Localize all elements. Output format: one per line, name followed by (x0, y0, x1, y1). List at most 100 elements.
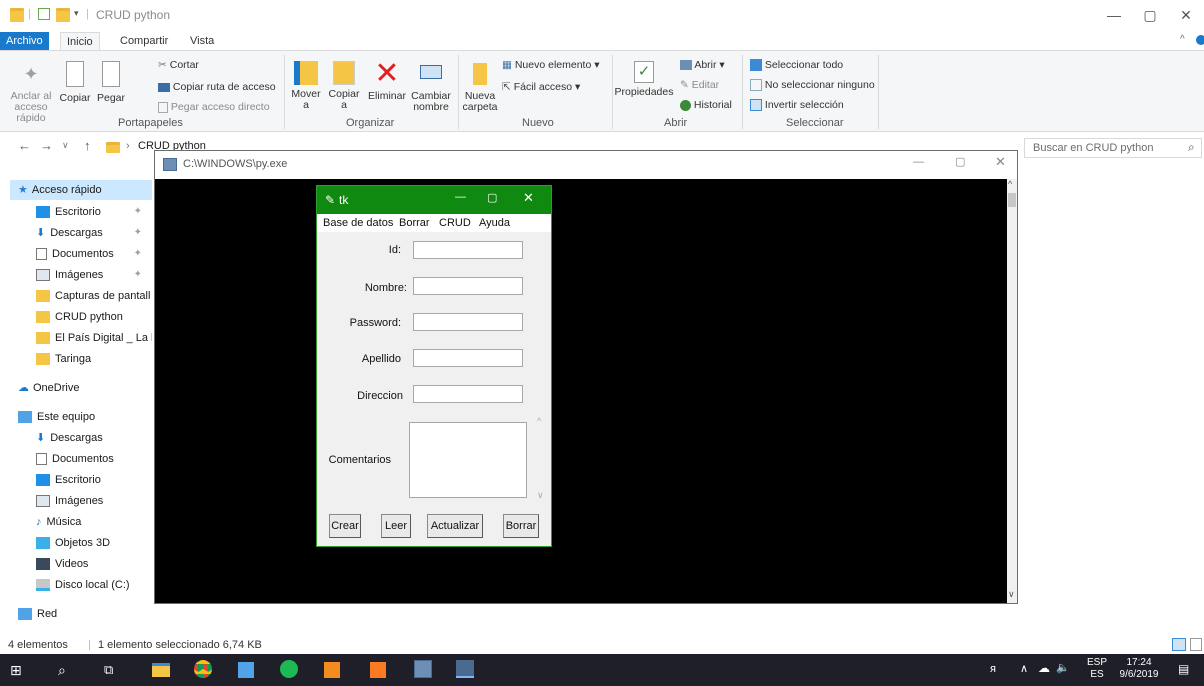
spotify-icon[interactable] (280, 660, 298, 678)
scroll-up-icon[interactable]: ^ (1008, 179, 1012, 189)
maximize-button[interactable]: ▢ (1134, 4, 1166, 26)
comments-scrollbar[interactable]: ^ ∨ (535, 416, 547, 502)
details-view-icon[interactable] (1172, 638, 1186, 651)
quick-access-dropdown-icon[interactable]: ▾ (74, 8, 79, 22)
copy-button[interactable]: Copiar (58, 57, 92, 104)
nav-item[interactable]: Taringa (36, 349, 152, 369)
clock[interactable]: 17:24 9/6/2019 (1114, 657, 1164, 681)
console-scrollbar[interactable]: ^ ∨ (1007, 179, 1017, 603)
scroll-down-icon[interactable]: ∨ (537, 490, 544, 501)
file-explorer-icon[interactable] (152, 663, 170, 677)
nav-item[interactable]: Documentos (36, 449, 152, 469)
rename-button[interactable]: Cambiar nombre (408, 57, 454, 113)
nav-item[interactable]: ⬇ Descargas (36, 428, 152, 448)
nav-item[interactable]: ⬇ Descargas ✦ (36, 223, 152, 243)
nav-item[interactable]: Escritorio (36, 470, 152, 490)
copy-path-button[interactable]: Copiar ruta de acceso (158, 81, 276, 93)
update-button[interactable]: Actualizar (427, 514, 483, 538)
nav-quick-access[interactable]: ★ Acceso rápido (10, 180, 152, 200)
notes-app-icon[interactable] (238, 662, 254, 678)
forward-arrow-icon[interactable]: → (40, 138, 53, 153)
help-icon[interactable] (1196, 35, 1204, 45)
properties-button[interactable]: ✓ Propiedades (614, 57, 674, 98)
select-none-button[interactable]: No seleccionar ninguno (750, 79, 875, 92)
nav-onedrive[interactable]: ☁ OneDrive (18, 378, 152, 398)
history-button[interactable]: Historial (680, 99, 732, 111)
nav-item[interactable]: Objetos 3D (36, 533, 152, 553)
paste-button[interactable]: Pegar (94, 57, 128, 104)
invert-selection-button[interactable]: Invertir selección (750, 99, 844, 112)
nav-item[interactable]: ♪ Música (36, 512, 152, 532)
people-icon[interactable]: ᴙ (990, 663, 996, 675)
nav-item[interactable]: Escritorio ✦ (36, 202, 152, 222)
nav-item[interactable]: CRUD python (36, 307, 152, 327)
copy-to-button[interactable]: Copiar a (326, 57, 362, 111)
up-arrow-icon[interactable]: ↑ (84, 138, 91, 153)
tab-vista[interactable]: Vista (184, 32, 220, 50)
sublime-text-icon[interactable] (324, 662, 340, 678)
recent-locations-icon[interactable]: ∨ (62, 140, 69, 151)
show-hidden-icons-icon[interactable]: ∧ (1020, 662, 1028, 675)
tk-app-icon[interactable] (456, 660, 474, 678)
close-button[interactable]: ✕ (523, 190, 534, 206)
new-item-button[interactable]: ▦ Nuevo elemento ▾ (502, 59, 600, 71)
scroll-thumb[interactable] (1008, 193, 1016, 207)
pin-quick-access-button[interactable]: ✦ Anclar al acceso rápido (8, 57, 54, 124)
surname-field[interactable] (413, 349, 523, 367)
volume-icon[interactable]: 🔈 (1056, 661, 1070, 674)
xampp-icon[interactable] (370, 662, 386, 678)
back-arrow-icon[interactable]: ← (18, 138, 31, 153)
tab-inicio[interactable]: Inicio (60, 32, 100, 50)
minimize-button[interactable]: — (455, 191, 466, 203)
menu-borrar[interactable]: Borrar (399, 217, 430, 229)
move-to-button[interactable]: Mover a (288, 57, 324, 111)
menu-ayuda[interactable]: Ayuda (479, 217, 510, 229)
python-icon[interactable] (414, 660, 432, 678)
maximize-button[interactable]: ▢ (955, 155, 965, 168)
read-button[interactable]: Leer (381, 514, 411, 538)
nav-item[interactable]: Imágenes (36, 491, 152, 511)
tab-compartir[interactable]: Compartir (114, 32, 174, 50)
tab-archivo[interactable]: Archivo (0, 32, 49, 50)
onedrive-cloud-icon[interactable]: ☁ (1038, 661, 1050, 675)
delete-button[interactable]: ✕ Eliminar (366, 57, 408, 102)
id-field[interactable] (413, 241, 523, 259)
language-indicator[interactable]: ESP ES (1084, 657, 1110, 681)
search-input[interactable]: Buscar en CRUD python (1024, 138, 1202, 158)
nav-item[interactable]: Videos (36, 554, 152, 574)
collapse-ribbon-icon[interactable]: ^ (1180, 34, 1185, 45)
close-button[interactable]: ✕ (1170, 4, 1202, 26)
console-window[interactable]: C:\WINDOWS\py.exe — ▢ ✕ ^ ∨ (154, 150, 1018, 604)
nav-item[interactable]: Capturas de pantall (36, 286, 152, 306)
password-field[interactable] (413, 313, 523, 331)
nav-item[interactable]: Documentos ✦ (36, 244, 152, 264)
delete-button[interactable]: Borrar (503, 514, 539, 538)
properties-check-icon[interactable] (38, 8, 50, 20)
nav-item[interactable]: El País Digital _ La h (36, 328, 152, 348)
maximize-button[interactable]: ▢ (487, 191, 497, 204)
search-icon[interactable]: ⌕ (1188, 140, 1195, 155)
notifications-icon[interactable]: ▤ (1178, 662, 1189, 676)
scroll-up-icon[interactable]: ^ (537, 416, 541, 426)
new-folder-icon[interactable] (56, 8, 70, 22)
select-all-button[interactable]: Seleccionar todo (750, 59, 843, 72)
menu-base-de-datos[interactable]: Base de datos (323, 217, 393, 229)
nav-item[interactable]: Imágenes ✦ (36, 265, 152, 285)
name-field[interactable] (413, 277, 523, 295)
nav-item[interactable]: Disco local (C:) (36, 575, 152, 595)
easy-access-button[interactable]: ⇱ Fácil acceso ▾ (502, 81, 580, 93)
menu-crud[interactable]: CRUD (439, 217, 471, 229)
windows-start-icon[interactable]: ⊞ (10, 660, 30, 680)
address-field[interactable] (413, 385, 523, 403)
minimize-button[interactable]: — (1098, 4, 1130, 26)
open-button[interactable]: Abrir ▾ (680, 59, 725, 71)
create-button[interactable]: Crear (329, 514, 361, 538)
new-folder-button[interactable]: Nueva carpeta (462, 57, 498, 113)
scroll-down-icon[interactable]: ∨ (1008, 589, 1015, 600)
nav-this-pc[interactable]: Este equipo (18, 407, 152, 427)
paste-shortcut-button[interactable]: Pegar acceso directo (158, 101, 270, 113)
chrome-icon[interactable] (194, 660, 212, 678)
minimize-button[interactable]: — (913, 156, 924, 168)
close-button[interactable]: ✕ (995, 154, 1006, 170)
search-icon[interactable]: ⌕ (58, 660, 78, 680)
